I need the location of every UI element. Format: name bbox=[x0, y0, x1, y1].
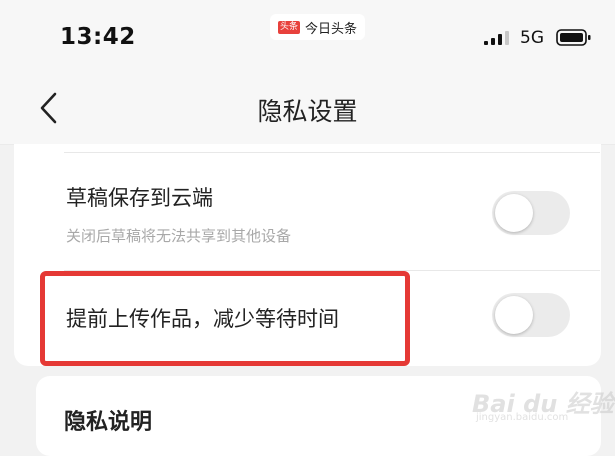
baidu-watermark: Bai du 经验 jingyan.baidu.com bbox=[472, 384, 614, 428]
status-bar: 13:42 头条 今日头条 5G bbox=[0, 0, 615, 72]
toggle-knob bbox=[495, 296, 533, 334]
highlight-box bbox=[40, 271, 410, 366]
battery-icon bbox=[556, 29, 591, 46]
network-type: 5G bbox=[520, 28, 544, 48]
pre-upload-toggle[interactable] bbox=[492, 293, 570, 337]
app-name: 今日头条 bbox=[305, 21, 358, 37]
setting-title-cloud-draft: 草稿保存到云端 bbox=[66, 186, 213, 210]
privacy-section-title: 隐私说明 bbox=[64, 410, 153, 435]
status-time: 13:42 bbox=[60, 24, 136, 50]
signal-icon bbox=[484, 31, 509, 45]
page-title: 隐私设置 bbox=[257, 97, 358, 126]
nav-bar: 隐私设置 bbox=[0, 72, 615, 145]
setting-subtitle-cloud-draft: 关闭后草稿将无法共享到其他设备 bbox=[66, 227, 292, 245]
toutiao-logo-icon: 头条 bbox=[278, 20, 301, 34]
toggle-knob bbox=[495, 194, 533, 232]
cloud-draft-toggle[interactable] bbox=[492, 191, 570, 235]
app-indicator[interactable]: 头条 今日头条 bbox=[270, 14, 366, 40]
watermark-subtext: jingyan.baidu.com bbox=[476, 412, 569, 423]
divider bbox=[64, 152, 600, 153]
